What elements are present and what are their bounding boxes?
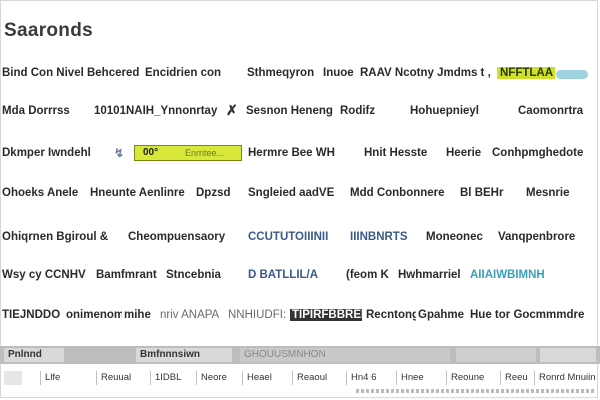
row-cell: (feom K: [346, 269, 389, 281]
row-cell: Sesnon Heneng: [246, 105, 333, 117]
row-cell: Vanqpenbrore: [498, 231, 576, 243]
row-cell: Mesnrie: [526, 187, 570, 199]
link-icon[interactable]: ↯: [114, 146, 124, 160]
row-cell: Gpahme: [418, 309, 465, 321]
tab-home[interactable]: [4, 371, 22, 385]
row-cell: Bamfmrant: [96, 269, 157, 281]
toolbar-ghost-label: GHOUUSMNHON: [240, 348, 450, 362]
row-cell: Hneunte Aenlinre: [90, 187, 185, 199]
row-cell: Sthmeqyron: [247, 67, 315, 79]
row-cell: CCUTUTOIIINII: [248, 231, 329, 243]
row-cell: IIINBNRTS: [350, 231, 408, 243]
tab-item[interactable]: Llfe: [40, 371, 64, 385]
row-cell: onimenom: [66, 309, 122, 321]
toolbar-button[interactable]: Pnlnnd: [4, 348, 64, 362]
value-input[interactable]: 00° Enrntee...: [134, 145, 242, 161]
row-cell: Hwhmarriel: [398, 269, 461, 281]
tab-item[interactable]: Neore: [196, 371, 231, 385]
highlight-badge[interactable]: NFFTLAA: [497, 67, 555, 79]
row-cell: Caomonrtra: [518, 105, 584, 117]
value-input-placeholder: Enrntee...: [185, 148, 225, 158]
table-row[interactable]: Dkmper Iwndehl ↯ 00° Enrntee... Hermre B…: [0, 144, 600, 164]
row-cell: NNHIUDFI:AF: [228, 309, 286, 321]
row-cell-name: Ohiqrnen Bgiroul &: [2, 231, 109, 243]
row-cell-name: Bind Con Nivel Behcered: [2, 67, 140, 79]
toolbar-button[interactable]: Bmfnnnsiwn: [136, 348, 232, 362]
row-cell: Inuoe: [323, 67, 354, 79]
tab-item[interactable]: Reoune: [446, 371, 488, 385]
table-row[interactable]: Ohiqrnen Bgiroul & Cheompuensaory CCUTUT…: [0, 228, 600, 248]
row-cell: nriv ANAPA: [160, 309, 220, 321]
tab-item[interactable]: Reaoul: [292, 371, 331, 385]
row-cell: Bl BEHr: [460, 187, 504, 199]
row-cell: mihe: [124, 309, 151, 321]
row-cell-highlight[interactable]: TIPIRFBBREB: [290, 309, 362, 321]
row-cell-name: Dkmper Iwndehl: [2, 147, 91, 159]
row-cell: Hohuepnieyl: [410, 105, 480, 117]
row-cell: 10101NAIH_Ynnonrtay: [94, 105, 218, 117]
table-row[interactable]: Ohoeks Anele Hneunte Aenlinre Dpzsd Sngl…: [0, 184, 600, 204]
row-cell: Rodifz: [340, 105, 376, 117]
tab-item[interactable]: Reuual: [96, 371, 135, 385]
row-cell: Recntong: [366, 309, 416, 321]
row-cell: Conhpmghedote: [492, 147, 584, 159]
toolbar-strip: Pnlnnd Bmfnnnsiwn GHOUUSMNHON: [0, 346, 600, 364]
row-cell: Sngleied aadVE: [248, 187, 335, 199]
row-cell: Hue tor Gocmmmdre: [470, 309, 585, 321]
row-cell: Cheompuensaory: [128, 231, 226, 243]
row-cell-name: Mda Dorrrss: [2, 105, 70, 117]
row-cell: Dpzsd: [196, 187, 231, 199]
table-row[interactable]: Mda Dorrrss 10101NAIH_Ynnonrtay ✗ Sesnon…: [0, 102, 600, 122]
status-pill: [556, 69, 590, 81]
tab-item[interactable]: Hnee: [396, 371, 428, 385]
tab-item[interactable]: Hn4 6: [346, 371, 380, 385]
row-cell: AIIAIWBIMNH: [470, 269, 545, 281]
row-cell: D BATLLIL/A: [248, 269, 319, 281]
table-row[interactable]: Wsy cy CCNHV Bamfmrant Stncebnia D BATLL…: [0, 266, 600, 286]
tab-item[interactable]: 1IDBL: [150, 371, 185, 385]
bottom-tab-bar: Llfe Reuual 1IDBL Neore Heael Reaoul Hn4…: [0, 371, 600, 385]
row-cell: Moneonec: [426, 231, 483, 243]
toolbar-scribble-area: [456, 348, 536, 362]
row-cell: Hnit Hesste: [364, 147, 428, 159]
row-cell: Mdd Conbonnere: [350, 187, 445, 199]
page-title: Saaronds: [4, 20, 93, 41]
value-input-text: 00°: [143, 147, 159, 158]
table-row[interactable]: TIEJNDDO onimenom mihe nriv ANAPA NNHIUD…: [0, 306, 600, 326]
tab-item[interactable]: Heael: [242, 371, 276, 385]
tab-item[interactable]: Ronrd Mnuiin: [534, 371, 600, 385]
row-cell: RAAV Ncotny Jmdms t ,: [360, 67, 491, 79]
tab-item[interactable]: Reeu: [500, 371, 532, 385]
row-cell-name: Wsy cy CCNHV: [2, 269, 86, 281]
pin-icon[interactable]: ✗: [226, 102, 238, 119]
table-row[interactable]: Bind Con Nivel Behcered Encidrien con St…: [0, 64, 600, 84]
row-cell-name: Ohoeks Anele: [2, 187, 79, 199]
toolbar-button[interactable]: [540, 348, 596, 362]
row-cell: Heerie: [446, 147, 482, 159]
row-cell-name: TIEJNDDO: [2, 309, 61, 321]
row-cell: Hermre Bee WH: [248, 147, 335, 159]
status-bar-dots: [356, 389, 596, 393]
row-cell: Stncebnia: [166, 269, 221, 281]
row-cell: Encidrien con: [145, 67, 222, 79]
